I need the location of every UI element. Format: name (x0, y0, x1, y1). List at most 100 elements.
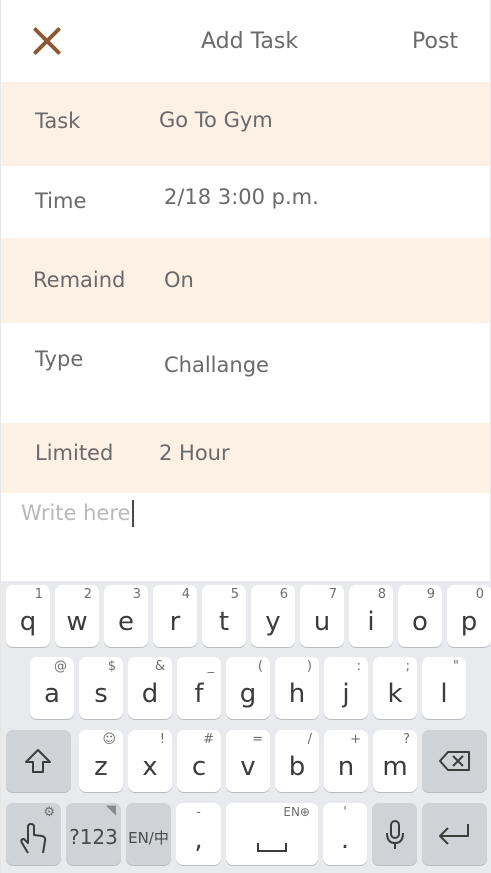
comma-key[interactable]: - , (176, 803, 221, 865)
key-label: t (218, 607, 230, 637)
key-z[interactable]: ☺ z (79, 730, 123, 792)
task-label: Task (35, 109, 81, 133)
enter-icon (439, 824, 469, 845)
key-hint: ! (159, 732, 165, 747)
key-hint: 6 (279, 587, 288, 602)
key-hint: ) (306, 659, 312, 674)
key-k[interactable]: ; k (373, 657, 417, 719)
key-hint: 0 (475, 587, 484, 602)
key-label: l (440, 679, 448, 709)
key-hint: 4 (181, 587, 190, 602)
key-hint: ? (403, 732, 410, 747)
key-label: x (142, 752, 158, 782)
time-label: Time (35, 189, 87, 213)
key-x[interactable]: ! x (128, 730, 172, 792)
key-a[interactable]: @ a (30, 657, 74, 719)
key-hint: / (307, 732, 312, 747)
key-p[interactable]: 0p (447, 585, 491, 647)
key-hint: 7 (328, 587, 337, 602)
key-hint: & (154, 659, 165, 674)
language-key[interactable]: EN/中 (126, 803, 171, 865)
header-bar: Add Task Post (1, 0, 490, 82)
limited-label: Limited (35, 441, 114, 465)
soft-keyboard: 1q2w3e4r5t6y7u8i9o0p @ a $ s & d _ f(g) h: j; k " l … (1, 581, 491, 873)
remind-row[interactable]: Remaind On (1, 238, 490, 323)
type-row[interactable]: Type Challange (1, 323, 490, 423)
mic-icon (386, 820, 404, 849)
key-hint: # (203, 732, 214, 747)
limited-row[interactable]: Limited 2 Hour (1, 423, 490, 493)
key-w[interactable]: 2w (55, 585, 99, 647)
corner-mark-icon: ◥ (106, 803, 116, 818)
key-label: m (382, 752, 408, 782)
time-row[interactable]: Time 2/18 3:00 p.m. (1, 166, 490, 238)
key-t[interactable]: 5t (202, 585, 246, 647)
close-icon[interactable] (28, 22, 66, 60)
type-value[interactable]: Challange (164, 353, 269, 377)
app-screen: Add Task Post Task Go To Gym Time 2/18 3… (0, 0, 491, 873)
key-q[interactable]: 1q (6, 585, 50, 647)
time-value[interactable]: 2/18 3:00 p.m. (164, 185, 319, 209)
key-hint: = (252, 732, 263, 747)
key-label: a (44, 679, 60, 709)
key-hint: 3 (132, 587, 141, 602)
key-c[interactable]: # c (177, 730, 221, 792)
space-bar-icon (257, 843, 287, 852)
key-hint: 9 (426, 587, 435, 602)
key-label: u (313, 607, 331, 637)
key-hint: ; (405, 659, 410, 674)
task-row[interactable]: Task Go To Gym (1, 82, 490, 166)
key-m[interactable]: ? m (373, 730, 417, 792)
key-hint: 5 (230, 587, 239, 602)
key-u[interactable]: 7u (300, 585, 344, 647)
key-hint: : (356, 659, 361, 674)
key-j[interactable]: :j (324, 657, 368, 719)
key-y[interactable]: 6y (251, 585, 295, 647)
space-key-hint: EN⊕ (283, 805, 310, 819)
text-caret (132, 500, 134, 527)
key-label: z (94, 752, 108, 782)
note-placeholder: Write here (21, 501, 131, 525)
post-button[interactable]: Post (412, 29, 458, 54)
symbols-key[interactable]: ◥ ?123 (66, 803, 121, 865)
key-b[interactable]: / b (275, 730, 319, 792)
key-hint: + (350, 732, 361, 747)
key-d[interactable]: & d (128, 657, 172, 719)
key-label: g (239, 679, 257, 709)
key-n[interactable]: + n (324, 730, 368, 792)
page-title: Add Task (201, 29, 299, 54)
period-key[interactable]: ' . (323, 803, 367, 865)
enter-key[interactable] (422, 803, 487, 865)
key-hint: 1 (34, 587, 43, 602)
note-input[interactable]: Write here (1, 493, 490, 581)
key-label: w (66, 607, 88, 637)
key-i[interactable]: 8i (349, 585, 393, 647)
key-s[interactable]: $ s (79, 657, 123, 719)
shift-key[interactable] (6, 730, 71, 792)
comma-key-label: , (194, 825, 203, 855)
key-h[interactable]: ) h (275, 657, 319, 719)
gesture-key[interactable]: ⚙ (6, 803, 61, 865)
comma-key-hint: - (196, 805, 201, 820)
key-g[interactable]: (g (226, 657, 270, 719)
remind-value[interactable]: On (164, 268, 194, 292)
limited-value[interactable]: 2 Hour (159, 441, 230, 465)
key-l[interactable]: " l (422, 657, 466, 719)
backspace-key[interactable] (422, 730, 487, 792)
key-hint: $ (107, 659, 116, 674)
shift-icon (25, 749, 51, 773)
space-key[interactable]: EN⊕ (226, 803, 318, 865)
task-value[interactable]: Go To Gym (159, 108, 273, 132)
mic-key[interactable] (372, 803, 417, 865)
key-label: r (169, 607, 181, 637)
key-hint: 8 (377, 587, 386, 602)
key-v[interactable]: = v (226, 730, 270, 792)
key-e[interactable]: 3e (104, 585, 148, 647)
key-o[interactable]: 9o (398, 585, 442, 647)
language-key-label: EN/中 (128, 829, 169, 847)
key-f[interactable]: _ f (177, 657, 221, 719)
period-key-label: . (340, 825, 350, 855)
key-r[interactable]: 4r (153, 585, 197, 647)
key-label: p (460, 607, 478, 637)
key-hint: 2 (83, 587, 92, 602)
